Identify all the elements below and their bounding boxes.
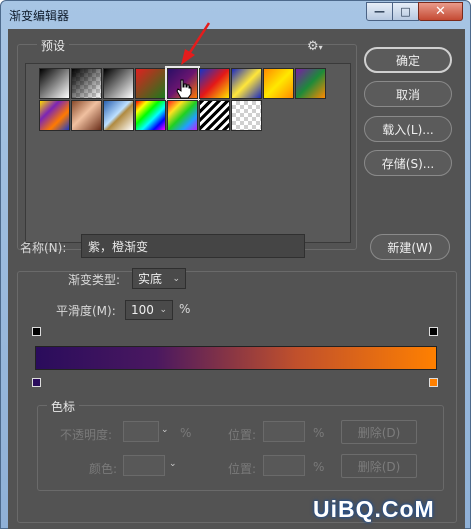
maximize-icon: □ [400, 5, 411, 18]
load-button[interactable]: 载入(L)... [364, 116, 452, 142]
preset-swatch-foreground-to-transparent[interactable] [71, 68, 102, 99]
preset-swatch-yellow-violet-orange-blue[interactable] [39, 100, 70, 131]
hand-cursor-icon [176, 79, 192, 99]
gradient-bar[interactable] [35, 346, 437, 370]
minimize-icon: — [374, 5, 385, 18]
color-stop-right[interactable] [429, 378, 438, 387]
gradient-type-value: 实底 [138, 272, 163, 286]
position2-label: 位置: [228, 462, 257, 476]
color-stops-group [37, 405, 444, 491]
chevron-down-icon: ⌄ [172, 273, 180, 284]
watermark-logo: UiBQ.CoM [313, 496, 435, 522]
presets-label: 预设 [37, 37, 70, 54]
color-swatch-input[interactable] [123, 455, 165, 476]
position2-unit: % [313, 460, 325, 474]
name-label: 名称(N): [20, 241, 67, 255]
red-arrow-icon [181, 22, 211, 65]
opacity-unit: % [180, 426, 192, 440]
title-bar[interactable]: 渐变编辑器 — □ ✕ [1, 1, 471, 29]
cancel-button[interactable]: 取消 [364, 81, 452, 107]
preset-swatch-spectrum[interactable] [135, 100, 166, 131]
opacity-label: 不透明度: [60, 428, 113, 442]
close-icon: ✕ [435, 4, 446, 19]
preset-swatch-transparent[interactable] [231, 100, 262, 131]
smoothness-value: 100 [131, 303, 154, 317]
position2-input[interactable] [263, 455, 305, 476]
position-input[interactable] [263, 421, 305, 442]
name-input[interactable]: 紫，橙渐变 [81, 234, 305, 258]
preset-swatch-transparent-rainbow[interactable] [167, 100, 198, 131]
presets-grid [25, 63, 351, 243]
gradient-type-label: 渐变类型: [68, 273, 121, 287]
opacity-stop-left[interactable] [32, 327, 41, 336]
maximize-button[interactable]: □ [392, 2, 419, 21]
gear-icon[interactable]: ⚙▾ [307, 39, 323, 54]
smoothness-unit: % [179, 302, 191, 316]
preset-swatch-red-green[interactable] [135, 68, 166, 99]
opacity-input[interactable] [123, 421, 159, 442]
preset-swatch-black-white[interactable] [103, 68, 134, 99]
preset-swatch-blue-red-yellow[interactable] [199, 68, 230, 99]
smoothness-select[interactable]: 100 ⌄ [125, 300, 173, 320]
position-label: 位置: [228, 428, 257, 442]
save-button[interactable]: 存储(S)... [364, 150, 452, 176]
chevron-down-icon: ⌄ [161, 425, 169, 435]
color-stop-left[interactable] [32, 378, 41, 387]
preset-swatch-foreground-to-background[interactable] [39, 68, 70, 99]
close-button[interactable]: ✕ [418, 2, 463, 21]
ok-button[interactable]: 确定 [364, 47, 452, 73]
new-button[interactable]: 新建(W) [370, 234, 450, 260]
position-unit: % [313, 426, 325, 440]
color-label: 颜色: [89, 462, 118, 476]
color-stops-label: 色标 [47, 398, 80, 415]
gradient-type-select[interactable]: 实底 ⌄ [132, 268, 186, 289]
smoothness-label: 平滑度(M): [56, 304, 116, 318]
preset-swatch-chrome[interactable] [103, 100, 134, 131]
delete-color-stop-button[interactable]: 删除(D) [341, 454, 417, 478]
preset-swatch-copper[interactable] [71, 100, 102, 131]
delete-opacity-stop-button[interactable]: 删除(D) [341, 420, 417, 444]
preset-swatch-orange-yellow-orange[interactable] [263, 68, 294, 99]
chevron-down-icon: ⌄ [169, 459, 177, 469]
chevron-down-icon: ⌄ [159, 305, 167, 315]
minimize-button[interactable]: — [366, 2, 393, 21]
preset-swatch-blue-yellow-blue[interactable] [231, 68, 262, 99]
preset-swatch-transparent-stripes[interactable] [199, 100, 230, 131]
preset-swatch-violet-green-orange[interactable] [295, 68, 326, 99]
dialog-body: 预设 ⚙▾ 确定 取消 载入(L)... 存储(S)... 名称(N): 紫，橙… [8, 22, 465, 529]
opacity-stop-right[interactable] [429, 327, 438, 336]
dialog-window: 渐变编辑器 — □ ✕ 预设 ⚙▾ 确定 取消 载入(L)... 存储(S)..… [0, 0, 471, 529]
window-title: 渐变编辑器 [9, 9, 70, 23]
